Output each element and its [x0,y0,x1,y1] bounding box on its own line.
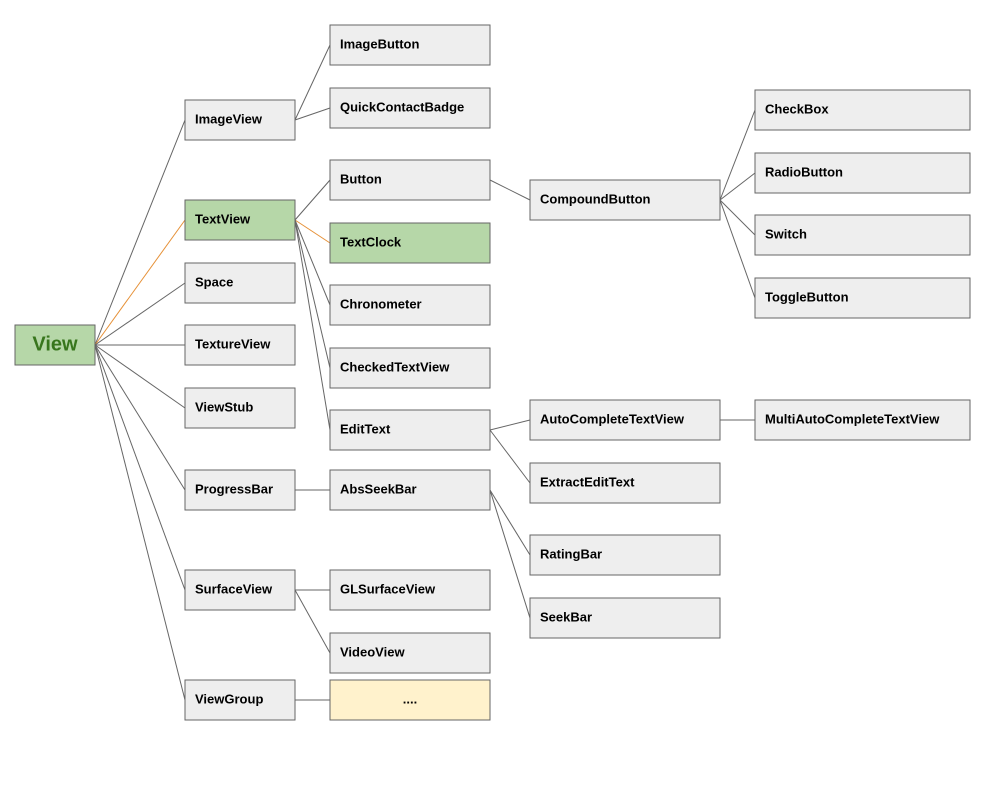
node-chronometer: Chronometer [330,285,490,325]
class-hierarchy-diagram: View ImageView TextView Space TextureView Vie… [0,0,987,811]
edge-edittext-extractedittext [490,430,530,483]
node-label: CheckBox [765,101,829,116]
node-glsurfaceview: GLSurfaceView [330,570,490,610]
node-checkbox: CheckBox [755,90,970,130]
node-label: ImageButton [340,36,420,51]
node-label: TextureView [195,336,271,351]
node-label: ToggleButton [765,289,849,304]
node-label: .... [403,691,417,706]
node-switch: Switch [755,215,970,255]
node-button: Button [330,160,490,200]
node-multiautocomplete: MultiAutoCompleteTextView [755,400,970,440]
node-label: Switch [765,226,807,241]
node-label: ViewGroup [195,691,263,706]
node-label: EditText [340,421,391,436]
node-textureview: TextureView [185,325,295,365]
node-label: View [32,333,78,355]
node-label: ViewStub [195,399,253,414]
node-quickcontactbadge: QuickContactBadge [330,88,490,128]
node-viewgroup: ViewGroup [185,680,295,720]
node-root: View [15,325,95,365]
node-label: GLSurfaceView [340,581,436,596]
node-label: RadioButton [765,164,843,179]
node-progressbar: ProgressBar [185,470,295,510]
nodes-layer: View ImageView TextView Space TextureView Vie… [15,25,970,720]
node-seekbar: SeekBar [530,598,720,638]
node-edittext: EditText [330,410,490,450]
node-label: ProgressBar [195,481,273,496]
node-label: CompoundButton [540,191,651,206]
node-label: VideoView [340,644,405,659]
node-label: AutoCompleteTextView [540,411,685,426]
node-imageview: ImageView [185,100,295,140]
node-more: .... [330,680,490,720]
node-imagebutton: ImageButton [330,25,490,65]
node-label: AbsSeekBar [340,481,417,496]
edge-absseekbar-ratingbar [490,490,530,555]
node-surfaceview: SurfaceView [185,570,295,610]
node-videoview: VideoView [330,633,490,673]
node-label: ImageView [195,111,263,126]
edge-root-space [95,283,185,345]
edge-absseekbar-seekbar [490,490,530,618]
node-label: Space [195,274,233,289]
edge-root-imageview [95,120,185,345]
node-label: QuickContactBadge [340,99,464,114]
node-label: Chronometer [340,296,422,311]
node-absseekbar: AbsSeekBar [330,470,490,510]
node-autocompletetv: AutoCompleteTextView [530,400,720,440]
node-label: MultiAutoCompleteTextView [765,411,940,426]
edge-textview-button [295,180,330,220]
node-viewstub: ViewStub [185,388,295,428]
node-togglebutton: ToggleButton [755,278,970,318]
node-extractedittext: ExtractEditText [530,463,720,503]
node-label: TextView [195,211,251,226]
node-ratingbar: RatingBar [530,535,720,575]
edge-button-compoundbutton [490,180,530,200]
edge-surfaceview-videoview [295,590,330,653]
node-checkedtextview: CheckedTextView [330,348,490,388]
node-label: TextClock [340,234,402,249]
node-textview: TextView [185,200,295,240]
edge-imageview-imagebutton [295,45,330,120]
node-compoundbutton: CompoundButton [530,180,720,220]
node-label: CheckedTextView [340,359,450,374]
edge-compoundbutton-togglebutton [720,200,755,298]
node-radiobutton: RadioButton [755,153,970,193]
edge-root-textview [95,220,185,345]
node-space: Space [185,263,295,303]
node-label: ExtractEditText [540,474,635,489]
edge-textview-edittext [295,220,330,430]
edge-textview-checkedtextview [295,220,330,368]
node-label: Button [340,171,382,186]
node-textclock: TextClock [330,223,490,263]
edge-edittext-autocompletetv [490,420,530,430]
node-label: RatingBar [540,546,602,561]
node-label: SeekBar [540,609,592,624]
edge-compoundbutton-switch [720,200,755,235]
node-label: SurfaceView [195,581,273,596]
